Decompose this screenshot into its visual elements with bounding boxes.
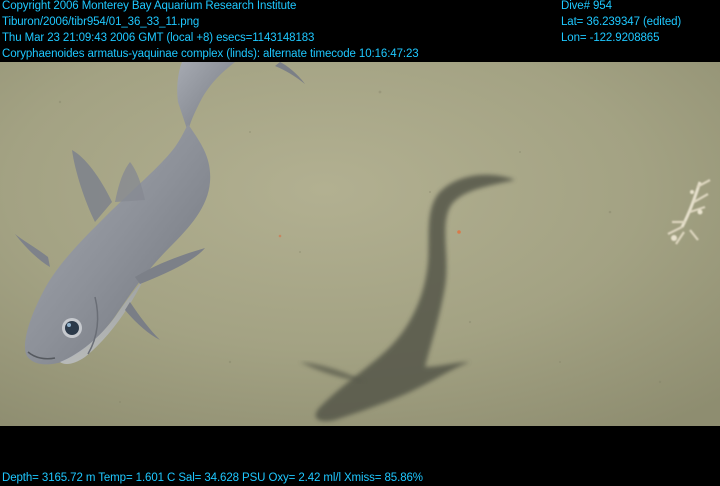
fish-eye-glint bbox=[67, 323, 71, 327]
overlay-top-left: Copyright 2006 Monterey Bay Aquarium Res… bbox=[2, 0, 419, 62]
dive-number-text: Dive# 954 bbox=[561, 0, 612, 12]
video-frame: Copyright 2006 Monterey Bay Aquarium Res… bbox=[0, 0, 720, 486]
timestamp-text: Thu Mar 23 21:09:43 2006 GMT (local +8) … bbox=[2, 32, 315, 44]
particle bbox=[278, 234, 282, 238]
copyright-text: Copyright 2006 Monterey Bay Aquarium Res… bbox=[2, 0, 297, 12]
latitude-text: Lat= 36.239347 (edited) bbox=[561, 16, 682, 28]
seafloor-scene bbox=[0, 62, 720, 426]
overlay-top-right: Dive# 954 Lat= 36.239347 (edited) Lon= -… bbox=[561, 0, 681, 46]
file-path-text: Tiburon/2006/tibr954/01_36_33_11.png bbox=[2, 16, 200, 28]
particle bbox=[457, 230, 461, 234]
seafloor-image bbox=[0, 62, 720, 426]
overlay-bottom: Depth= 3165.72 m Temp= 1.601 C Sal= 34.6… bbox=[2, 470, 423, 486]
sensor-readout-text: Depth= 3165.72 m Temp= 1.601 C Sal= 34.6… bbox=[2, 472, 423, 484]
species-annotation-text: Coryphaenoides armatus-yaquinae complex … bbox=[2, 48, 419, 60]
fish-pupil bbox=[65, 321, 79, 335]
longitude-text: Lon= -122.9208865 bbox=[561, 32, 660, 44]
